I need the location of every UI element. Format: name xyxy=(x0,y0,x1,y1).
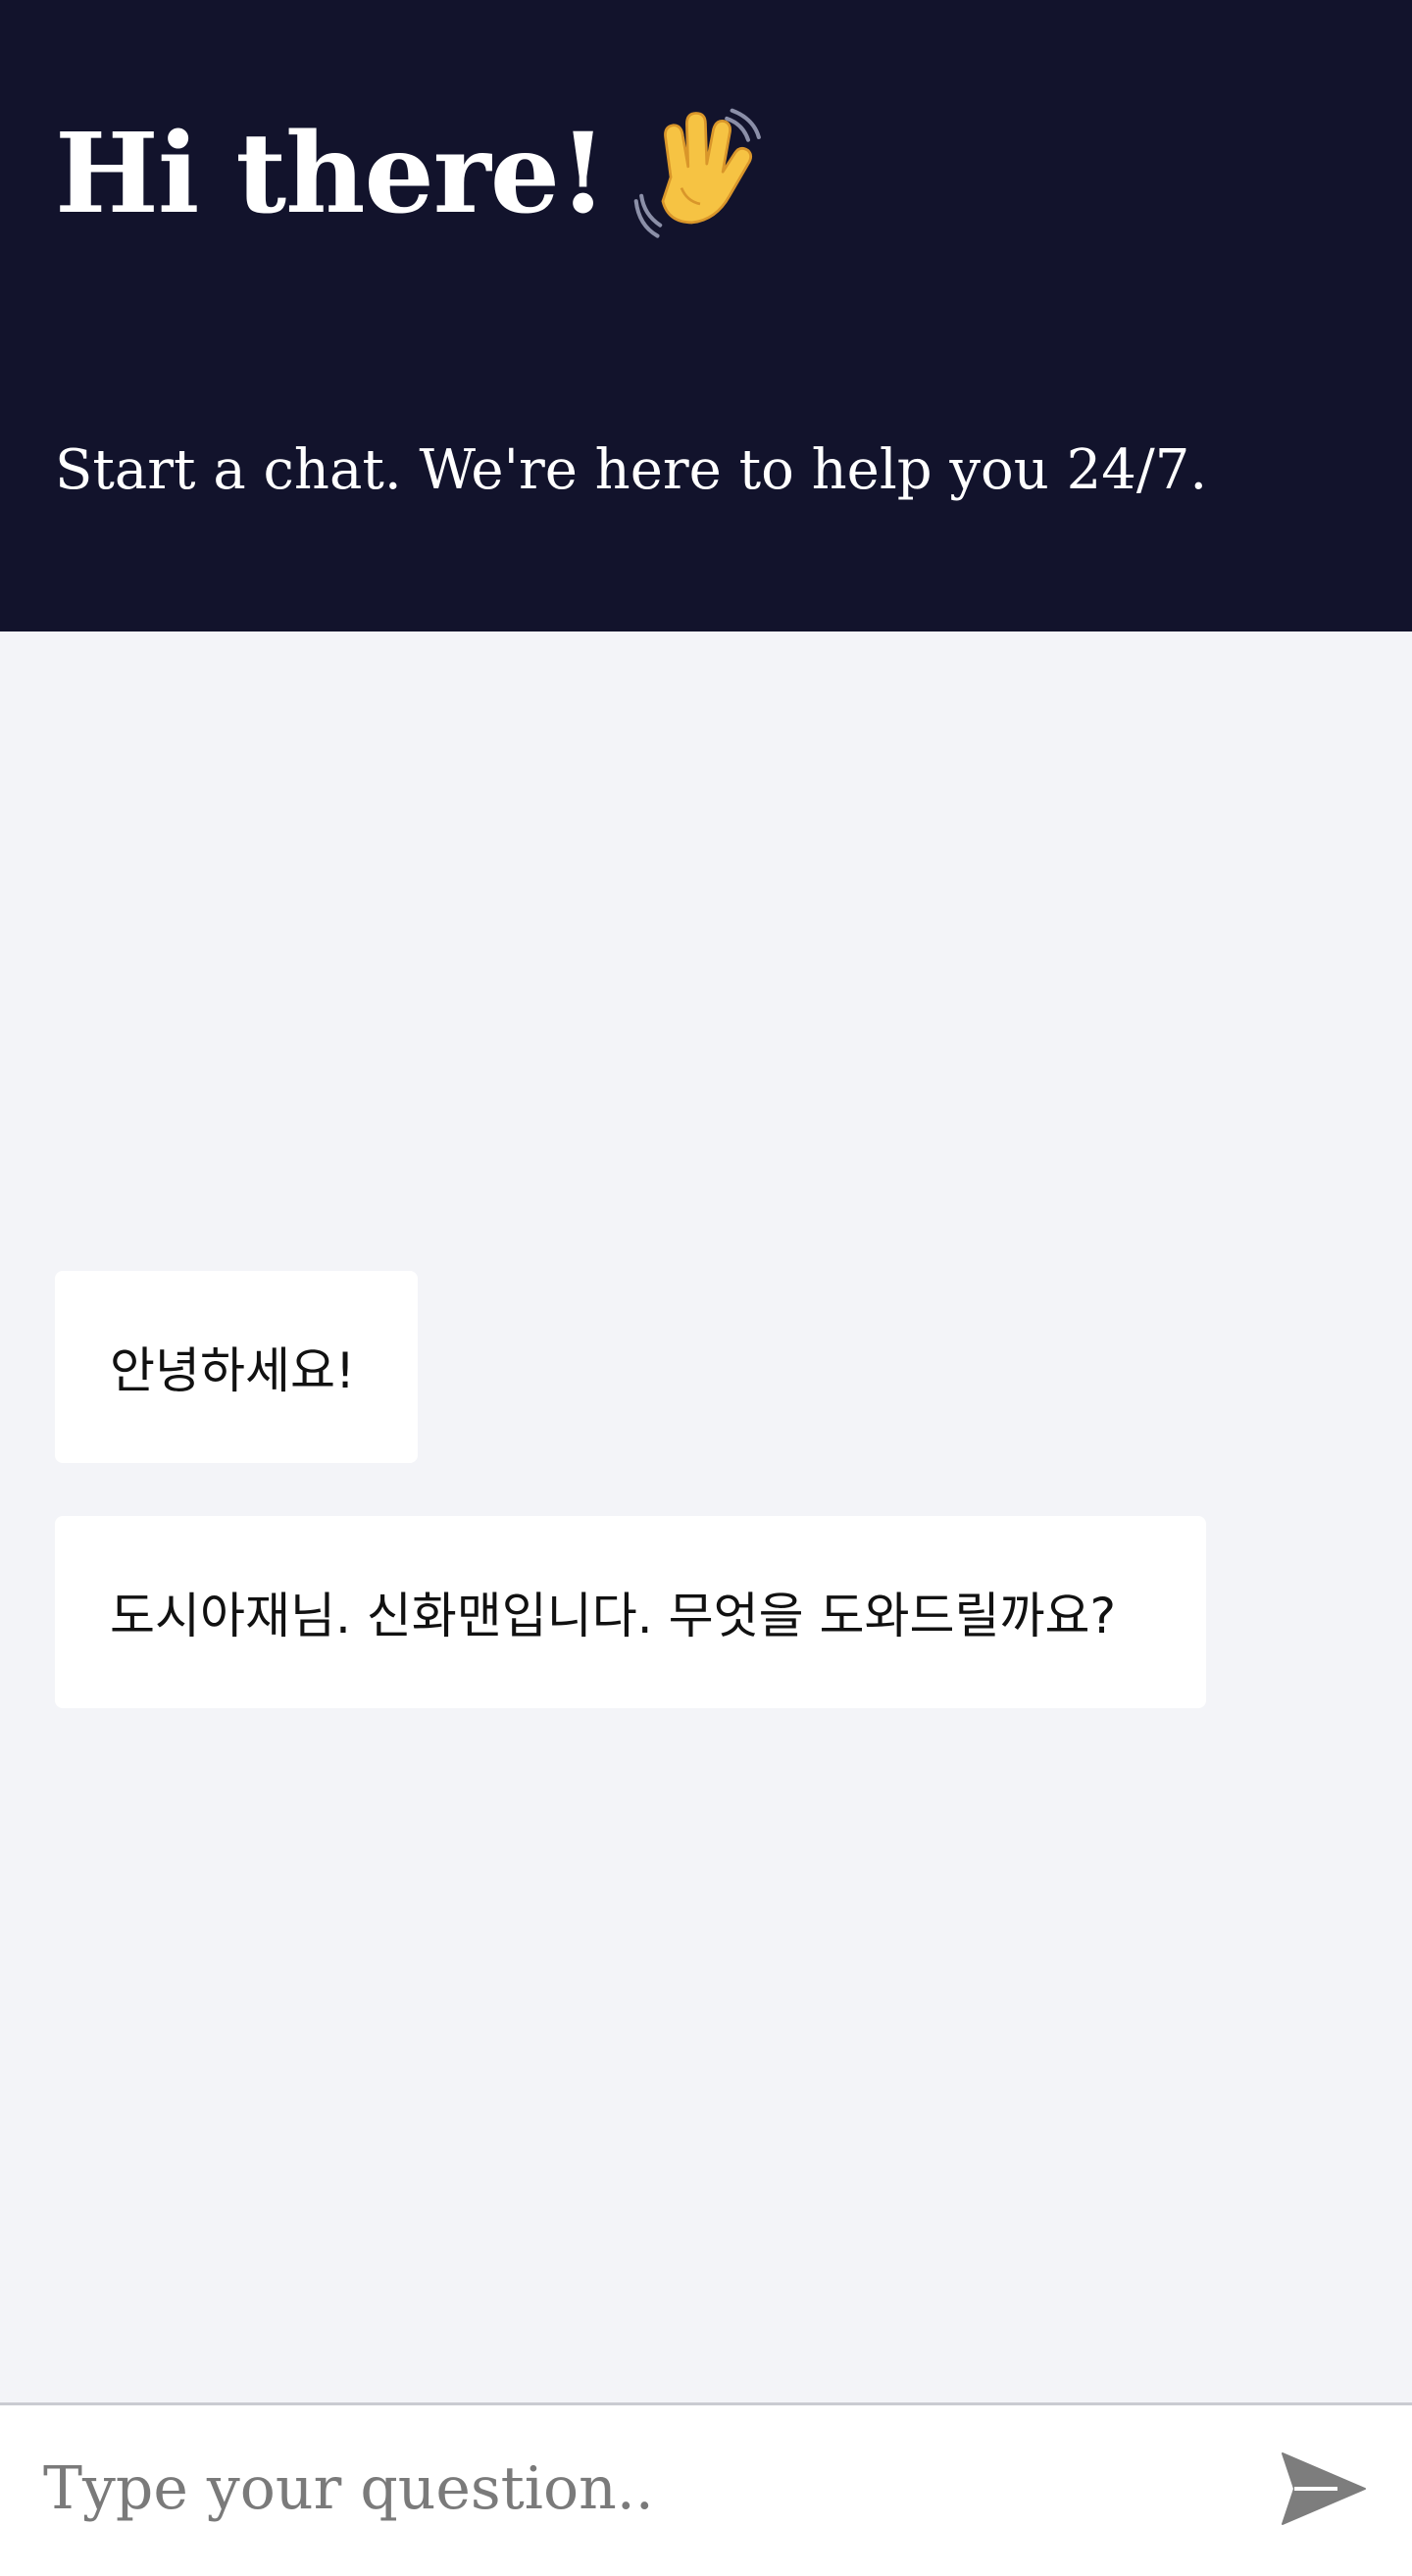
header-title: Hi there! xyxy=(55,110,607,238)
message-composer xyxy=(0,2402,1412,2576)
send-button[interactable] xyxy=(1281,2450,1367,2528)
header-title-row: Hi there! xyxy=(55,108,767,241)
chat-message-bubble: 안녕하세요! xyxy=(55,1271,418,1463)
chat-header: Hi there! Start a chat. We're here to he… xyxy=(0,0,1412,631)
question-input[interactable] xyxy=(43,2425,1220,2552)
header-subtitle: Start a chat. We're here to help you 24/… xyxy=(55,438,1208,502)
chat-message-text: 안녕하세요! xyxy=(110,1342,356,1399)
waving-hand-icon xyxy=(633,108,762,238)
send-icon xyxy=(1282,2452,1366,2525)
chat-message-text: 도시아재님. 신화맨입니다. 무엇을 도와드릴까요? xyxy=(110,1588,1117,1644)
chat-message-bubble: 도시아재님. 신화맨입니다. 무엇을 도와드릴까요? xyxy=(55,1516,1206,1708)
